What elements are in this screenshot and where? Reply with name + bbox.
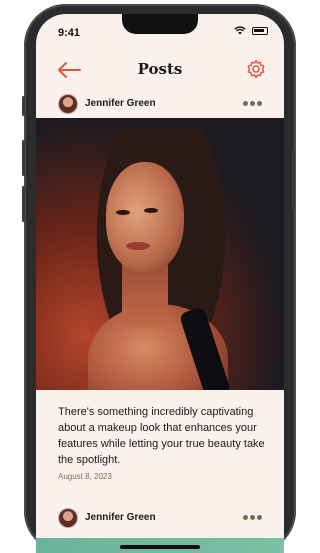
phone-side-button	[22, 186, 25, 222]
nav-bar: Posts	[36, 54, 284, 86]
dot	[243, 101, 248, 106]
post-header: Jennifer Green	[36, 506, 284, 532]
author-name[interactable]: Jennifer Green	[85, 98, 156, 109]
wifi-icon	[234, 26, 246, 35]
dot	[250, 101, 255, 106]
more-options-icon[interactable]	[243, 101, 262, 106]
dot	[257, 101, 262, 106]
avatar[interactable]	[58, 508, 78, 528]
photo-eye	[144, 208, 158, 213]
phone-side-button	[292, 150, 295, 210]
photo-lips	[126, 242, 150, 250]
photo-eye	[116, 210, 130, 215]
dot	[250, 515, 255, 520]
notch	[122, 14, 198, 34]
photo-face	[106, 162, 184, 272]
phone-side-button	[22, 96, 25, 116]
avatar[interactable]	[58, 94, 78, 114]
status-time: 9:41	[58, 27, 81, 39]
post-header: Jennifer Green	[36, 92, 284, 118]
author-name[interactable]: Jennifer Green	[85, 512, 156, 523]
post-date: August 8, 2023	[58, 472, 112, 481]
status-icons	[234, 26, 268, 35]
home-indicator	[120, 545, 200, 549]
battery-icon	[252, 26, 268, 35]
app-screen: 9:41 Posts Jennifer Green There's someth…	[36, 14, 284, 553]
post-image[interactable]	[36, 118, 284, 390]
dot	[257, 515, 262, 520]
phone-side-button	[22, 140, 25, 176]
dot	[243, 515, 248, 520]
post-caption: There's something incredibly captivating…	[58, 406, 265, 466]
gear-icon[interactable]	[246, 59, 266, 79]
more-options-icon[interactable]	[243, 515, 262, 520]
